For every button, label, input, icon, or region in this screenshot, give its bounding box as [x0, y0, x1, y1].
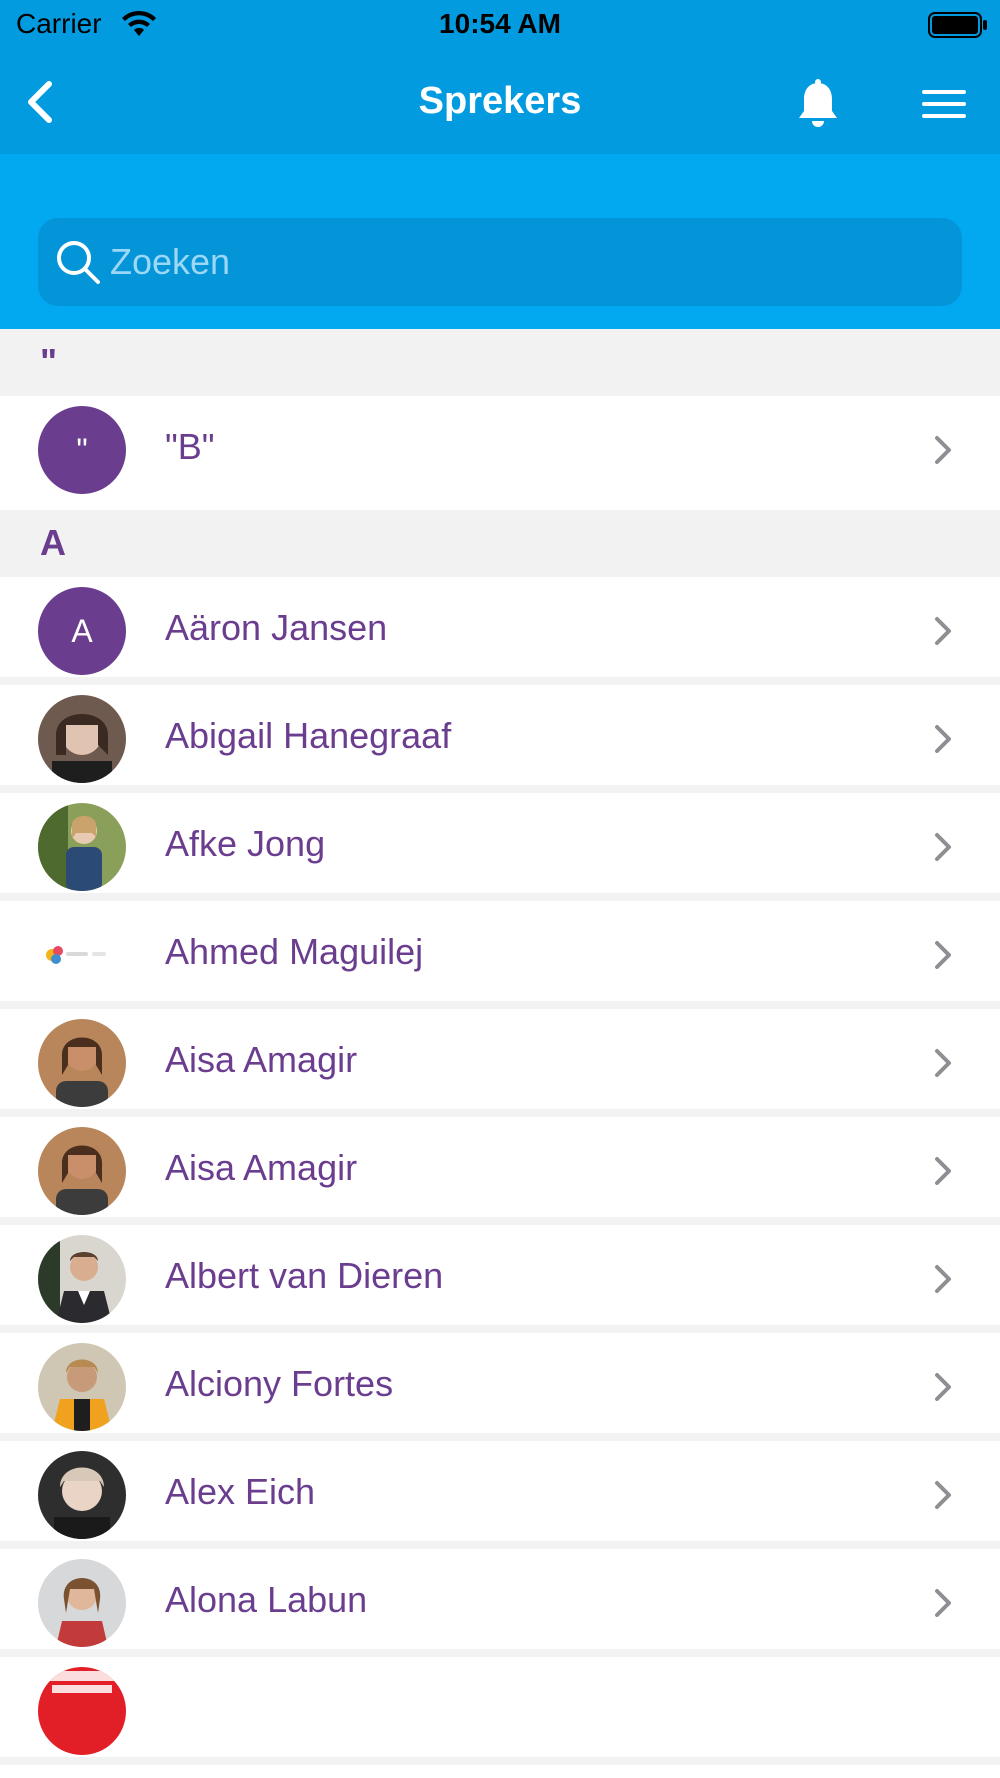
chevron-right-icon: [935, 436, 951, 464]
page-title: Sprekers: [418, 80, 582, 122]
chevron-right-icon: [935, 1157, 951, 1185]
speaker-name: Alona Labun: [165, 1579, 368, 1620]
avatar: [38, 1127, 126, 1215]
chevron-right-icon: [935, 941, 951, 969]
avatar: [38, 911, 126, 999]
chevron-right-icon: [935, 833, 951, 861]
speaker-name: Alex Eich: [165, 1471, 316, 1512]
avatar: [38, 1451, 126, 1539]
speaker-name: Aisa Amagir: [165, 1039, 358, 1080]
speaker-name: Afke Jong: [165, 823, 326, 864]
back-button[interactable]: [12, 74, 68, 130]
chevron-right-icon: [935, 725, 951, 753]
chevron-left-icon: [28, 81, 52, 123]
list-item[interactable]: Alex Eich: [0, 1441, 1000, 1549]
chevron-right-icon: [935, 1265, 951, 1293]
avatar: [38, 803, 126, 891]
avatar: [38, 1667, 126, 1755]
nav-bar: Sprekers: [0, 50, 1000, 154]
avatar: [38, 1235, 126, 1323]
avatar: [38, 695, 126, 783]
list-item[interactable]: Albert van Dieren: [0, 1225, 1000, 1333]
section-header: A: [0, 510, 1000, 577]
list-item[interactable]: Alona Labun: [0, 1549, 1000, 1657]
speaker-list: " " "B" A A Aäron Jansen Abigail Hanegra…: [0, 329, 1000, 1765]
chevron-right-icon: [935, 1481, 951, 1509]
search-box[interactable]: [38, 218, 962, 306]
chevron-right-icon: [935, 1373, 951, 1401]
speaker-name: Aisa Amagir: [165, 1147, 358, 1188]
section-header: ": [0, 329, 1000, 396]
list-item[interactable]: [0, 1657, 1000, 1765]
search-area: [0, 154, 1000, 329]
list-item[interactable]: Abigail Hanegraaf: [0, 685, 1000, 793]
chevron-right-icon: [935, 1589, 951, 1617]
hamburger-menu-icon: [922, 90, 966, 118]
chevron-right-icon: [935, 617, 951, 645]
list-item[interactable]: " "B": [0, 396, 1000, 510]
avatar: ": [38, 406, 126, 494]
speaker-name: Ahmed Maguilej: [165, 931, 424, 972]
speaker-name: Albert van Dieren: [165, 1255, 444, 1296]
notifications-button[interactable]: [790, 76, 846, 132]
list-item[interactable]: Afke Jong: [0, 793, 1000, 901]
status-time: 10:54 AM: [439, 8, 561, 39]
list-item[interactable]: Alciony Fortes: [0, 1333, 1000, 1441]
avatar: [38, 1559, 126, 1647]
list-item[interactable]: Aisa Amagir: [0, 1009, 1000, 1117]
speaker-name: Abigail Hanegraaf: [165, 715, 452, 756]
search-input[interactable]: [110, 218, 940, 306]
bell-icon: [799, 79, 837, 127]
battery-icon: [928, 12, 987, 38]
speaker-name: Aäron Jansen: [165, 607, 388, 648]
status-bar: Carrier 10:54 AM: [0, 0, 1000, 50]
search-icon: [57, 241, 100, 284]
speaker-name: Alciony Fortes: [165, 1363, 394, 1404]
avatar: [38, 1019, 126, 1107]
chevron-right-icon: [935, 1049, 951, 1077]
speaker-name: "B": [165, 426, 215, 467]
avatar: A: [38, 587, 126, 675]
list-item[interactable]: Aisa Amagir: [0, 1117, 1000, 1225]
list-item[interactable]: Ahmed Maguilej: [0, 901, 1000, 1009]
menu-button[interactable]: [914, 76, 974, 132]
list-item[interactable]: A Aäron Jansen: [0, 577, 1000, 685]
avatar: [38, 1343, 126, 1431]
